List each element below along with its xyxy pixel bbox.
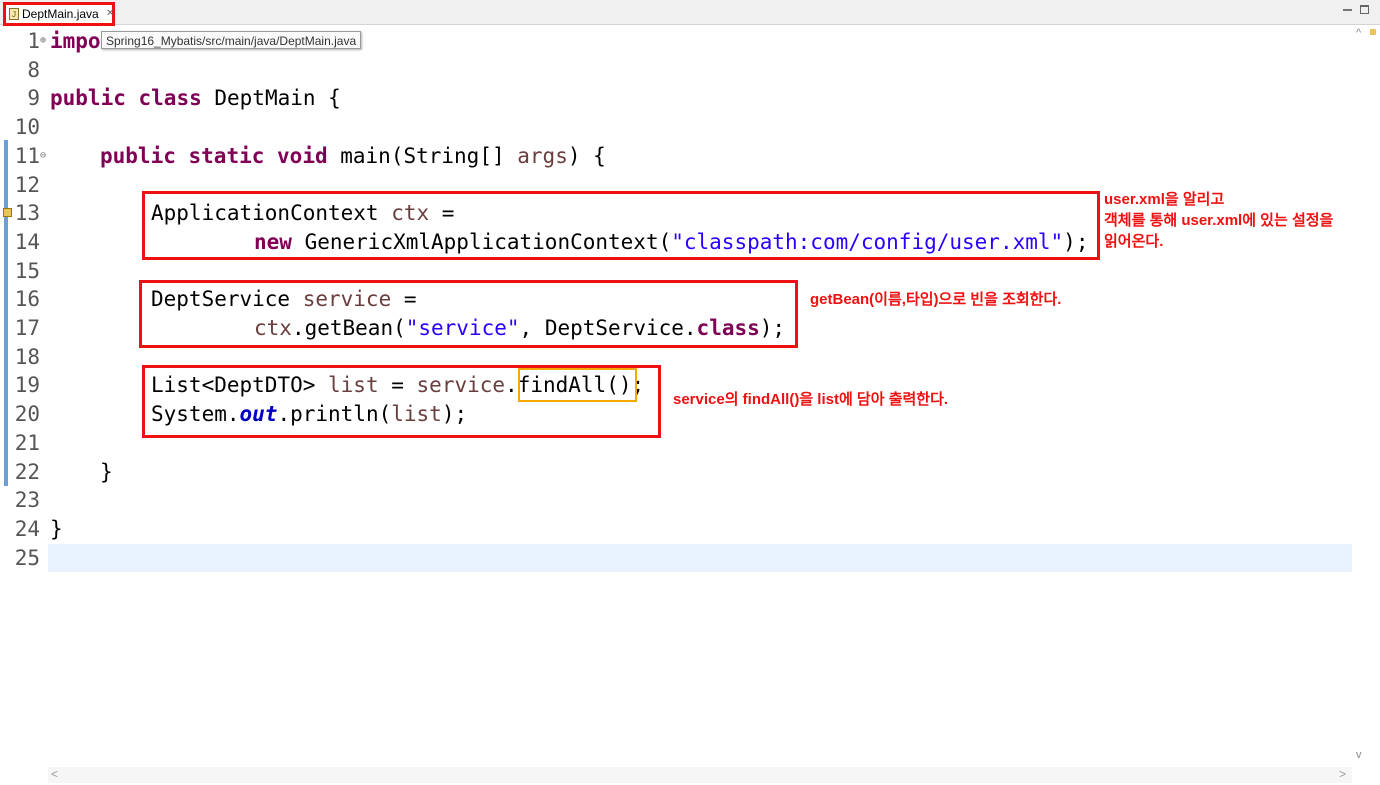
scroll-right-icon[interactable]: > <box>1339 767 1346 781</box>
overview-ruler-marker[interactable] <box>1370 29 1376 35</box>
line-number: 23 <box>14 488 40 513</box>
line-number: 11 <box>14 143 40 168</box>
highlight-box-findall <box>518 368 637 402</box>
code-line: 8 <box>0 56 1352 85</box>
code-line: 10 <box>0 113 1352 142</box>
line-number: 13 <box>14 201 40 226</box>
close-tab-icon[interactable]: ✕ <box>106 5 114 23</box>
tab-deptmain[interactable]: J DeptMain.java ✕ <box>3 2 115 26</box>
file-path-tooltip: Spring16_Mybatis/src/main/java/DeptMain.… <box>101 31 362 49</box>
annotation-note-1: user.xml을 알리고 객체를 통해 user.xml에 있는 설정을 읽어… <box>1104 191 1334 250</box>
line-number: 15 <box>14 258 40 283</box>
code-text: } <box>50 516 63 541</box>
scroll-down-icon[interactable]: v <box>1356 749 1362 761</box>
line-number: 8 <box>27 57 40 82</box>
line-number: 17 <box>14 316 40 340</box>
line-number: 16 <box>14 287 40 312</box>
annotation-note-3: service의 findAll()을 list에 담아 출력한다. <box>673 391 949 408</box>
scroll-left-icon[interactable]: < <box>51 767 58 781</box>
line-number: 14 <box>14 229 40 254</box>
java-file-icon: J <box>9 8 19 20</box>
code-text: public class DeptMain { <box>50 86 341 111</box>
code-text: impo <box>50 29 101 53</box>
line-number: 18 <box>14 344 40 369</box>
line-number: 9 <box>27 86 40 111</box>
code-text: } <box>100 459 113 484</box>
annotation-note-2: getBean(이름,타입)으로 빈을 조회한다. <box>810 291 1062 308</box>
line-number: 24 <box>14 516 40 541</box>
code-line: 25 <box>0 544 1352 573</box>
line-number: 10 <box>14 115 40 140</box>
line-number: 22 <box>14 459 40 484</box>
minimize-icon[interactable] <box>1343 5 1352 11</box>
code-line: 9 public class DeptMain { <box>0 84 1352 113</box>
editor-tab-bar: J DeptMain.java ✕ <box>0 0 1380 26</box>
annotation-box-context <box>142 191 1100 260</box>
fold-collapse-icon[interactable]: ⊖ <box>40 142 46 171</box>
line-number: 12 <box>14 172 40 197</box>
line-number: 25 <box>14 545 40 570</box>
tab-label: DeptMain.java <box>22 7 99 21</box>
scroll-up-icon[interactable]: ^ <box>1356 27 1361 39</box>
maximize-icon[interactable] <box>1360 5 1369 14</box>
vertical-scrollbar[interactable]: ^ v <box>1354 27 1368 767</box>
line-number: 21 <box>14 430 40 455</box>
annotation-box-getbean <box>139 280 798 348</box>
code-text: public static void main(String[] args) { <box>100 143 606 168</box>
line-number: 1 <box>27 29 40 53</box>
code-line: 23 <box>0 486 1352 515</box>
fold-expand-icon[interactable]: ⊕ <box>40 27 46 56</box>
code-line: 22 } <box>0 458 1352 487</box>
line-number: 19 <box>14 373 40 398</box>
line-number: 20 <box>14 402 40 427</box>
code-line: 24 } <box>0 515 1352 544</box>
horizontal-scrollbar[interactable]: < > <box>48 767 1352 783</box>
code-line: 11 ⊖ public static void main(String[] ar… <box>0 142 1352 171</box>
